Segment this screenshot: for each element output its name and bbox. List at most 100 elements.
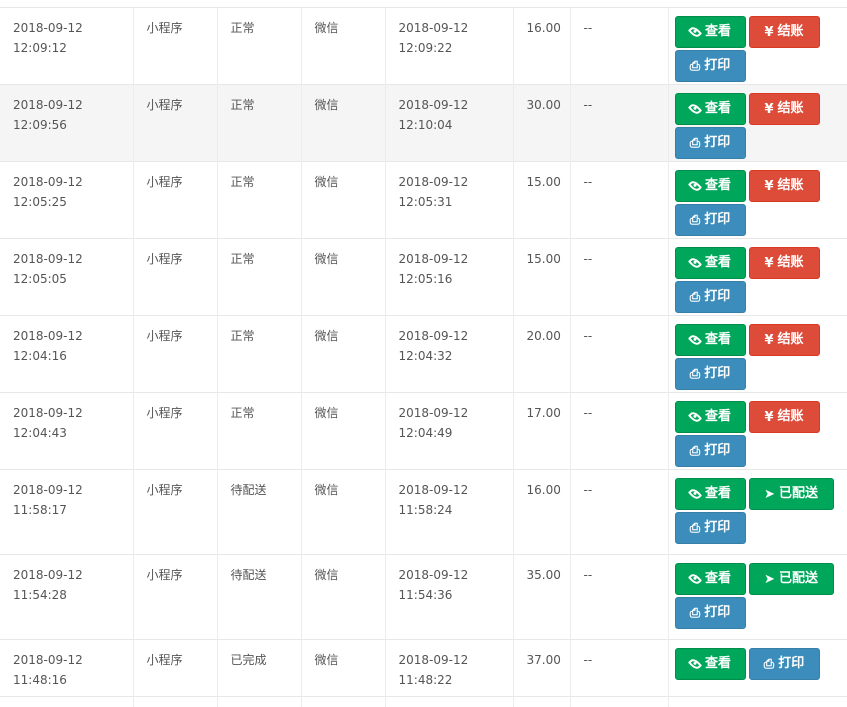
paper-plane-icon: ➤	[764, 571, 775, 587]
empty-cell	[384, 696, 513, 707]
empty-cell	[132, 696, 217, 707]
printer-icon: ⎙	[689, 443, 701, 459]
remark-cell: --	[569, 469, 668, 555]
status-cell: 正常	[216, 392, 301, 470]
printer-icon: ⎙	[689, 520, 701, 536]
amount-cell: 16.00	[512, 469, 570, 555]
print-button[interactable]: ⎙ 打印	[674, 50, 746, 82]
order-time-cell: 2018-09-12 12:05:25	[0, 161, 133, 239]
printer-icon: ⎙	[689, 605, 701, 621]
printer-icon: ⎙	[689, 289, 701, 305]
view-button[interactable]: 查看	[674, 401, 746, 433]
actions-cell: 查看 ¥ 结账 ⎙ 打印	[667, 7, 847, 85]
print-button[interactable]: ⎙ 打印	[674, 204, 746, 236]
print-button[interactable]: ⎙ 打印	[674, 358, 746, 390]
settle-button[interactable]: ¥ 结账	[748, 324, 820, 356]
remark-cell: --	[569, 7, 668, 85]
pay-time-cell: 2018-09-12 11:58:24	[384, 469, 513, 555]
table-row: 2018-09-12 12:04:43 小程序 正常 微信 2018-09-12 1…	[0, 392, 847, 470]
amount-cell: 15.00	[512, 161, 570, 239]
table-row-partial	[0, 696, 847, 707]
eye-icon	[687, 178, 703, 194]
yen-icon: ¥	[764, 24, 774, 40]
eye-icon	[687, 332, 703, 348]
amount-cell: 17.00	[512, 392, 570, 470]
pay-time-cell: 2018-09-12 12:04:49	[384, 392, 513, 470]
empty-cell	[667, 696, 847, 707]
orders-table-body: 2018-09-12 12:09:12 小程序 正常 微信 2018-09-12 1…	[0, 7, 847, 707]
source-cell: 小程序	[132, 469, 217, 555]
order-time-cell: 2018-09-12 11:58:17	[0, 469, 133, 555]
shipped-button[interactable]: ➤ 已配送	[748, 563, 834, 595]
payment-cell: 微信	[300, 392, 385, 470]
remark-cell: --	[569, 639, 668, 697]
status-cell: 待配送	[216, 469, 301, 555]
status-cell: 待配送	[216, 554, 301, 640]
view-button[interactable]: 查看	[674, 563, 746, 595]
source-cell: 小程序	[132, 161, 217, 239]
settle-button[interactable]: ¥ 结账	[748, 247, 820, 279]
table-row: 2018-09-12 12:05:05 小程序 正常 微信 2018-09-12 1…	[0, 238, 847, 316]
amount-cell: 16.00	[512, 7, 570, 85]
printer-icon: ⎙	[689, 135, 701, 151]
source-cell: 小程序	[132, 84, 217, 162]
order-time-cell: 2018-09-12 12:04:16	[0, 315, 133, 393]
view-button[interactable]: 查看	[674, 648, 746, 680]
print-button[interactable]: ⎙ 打印	[674, 127, 746, 159]
empty-cell	[512, 696, 570, 707]
eye-icon	[687, 255, 703, 271]
payment-cell: 微信	[300, 315, 385, 393]
print-button[interactable]: ⎙ 打印	[674, 435, 746, 467]
shipped-button[interactable]: ➤ 已配送	[748, 478, 834, 510]
print-button[interactable]: ⎙ 打印	[674, 512, 746, 544]
amount-cell: 15.00	[512, 238, 570, 316]
pay-time-cell: 2018-09-12 12:05:31	[384, 161, 513, 239]
view-button[interactable]: 查看	[674, 16, 746, 48]
pay-time-cell: 2018-09-12 12:10:04	[384, 84, 513, 162]
view-button[interactable]: 查看	[674, 478, 746, 510]
actions-cell: 查看 ¥ 结账 ⎙ 打印	[667, 161, 847, 239]
amount-cell: 37.00	[512, 639, 570, 697]
source-cell: 小程序	[132, 639, 217, 697]
actions-cell: 查看 ➤ 已配送 ⎙ 打印	[667, 554, 847, 640]
table-row: 2018-09-12 12:09:56 小程序 正常 微信 2018-09-12 1…	[0, 84, 847, 162]
settle-button[interactable]: ¥ 结账	[748, 93, 820, 125]
print-button[interactable]: ⎙ 打印	[674, 281, 746, 313]
payment-cell: 微信	[300, 469, 385, 555]
printer-icon: ⎙	[689, 58, 701, 74]
amount-cell: 20.00	[512, 315, 570, 393]
settle-button[interactable]: ¥ 结账	[748, 170, 820, 202]
eye-icon	[687, 486, 703, 502]
eye-icon	[687, 656, 703, 672]
order-time-cell: 2018-09-12 11:48:16	[0, 639, 133, 697]
remark-cell: --	[569, 161, 668, 239]
settle-button[interactable]: ¥ 结账	[748, 16, 820, 48]
view-button[interactable]: 查看	[674, 93, 746, 125]
status-cell: 已完成	[216, 639, 301, 697]
source-cell: 小程序	[132, 315, 217, 393]
view-button[interactable]: 查看	[674, 247, 746, 279]
payment-cell: 微信	[300, 7, 385, 85]
actions-cell: 查看 ¥ 结账 ⎙ 打印	[667, 392, 847, 470]
view-button[interactable]: 查看	[674, 170, 746, 202]
status-cell: 正常	[216, 7, 301, 85]
table-row: 2018-09-12 11:54:28 小程序 待配送 微信 2018-09-12…	[0, 554, 847, 640]
eye-icon	[687, 571, 703, 587]
settle-button[interactable]: ¥ 结账	[748, 401, 820, 433]
order-time-cell: 2018-09-12 12:04:43	[0, 392, 133, 470]
table-row: 2018-09-12 11:58:17 小程序 待配送 微信 2018-09-12…	[0, 469, 847, 555]
payment-cell: 微信	[300, 238, 385, 316]
payment-cell: 微信	[300, 639, 385, 697]
eye-icon	[687, 101, 703, 117]
print-button[interactable]: ⎙ 打印	[748, 648, 820, 680]
payment-cell: 微信	[300, 84, 385, 162]
source-cell: 小程序	[132, 238, 217, 316]
yen-icon: ¥	[764, 332, 774, 348]
printer-icon: ⎙	[689, 212, 701, 228]
empty-cell	[569, 696, 668, 707]
amount-cell: 35.00	[512, 554, 570, 640]
view-button[interactable]: 查看	[674, 324, 746, 356]
print-button[interactable]: ⎙ 打印	[674, 597, 746, 629]
remark-cell: --	[569, 84, 668, 162]
yen-icon: ¥	[764, 178, 774, 194]
